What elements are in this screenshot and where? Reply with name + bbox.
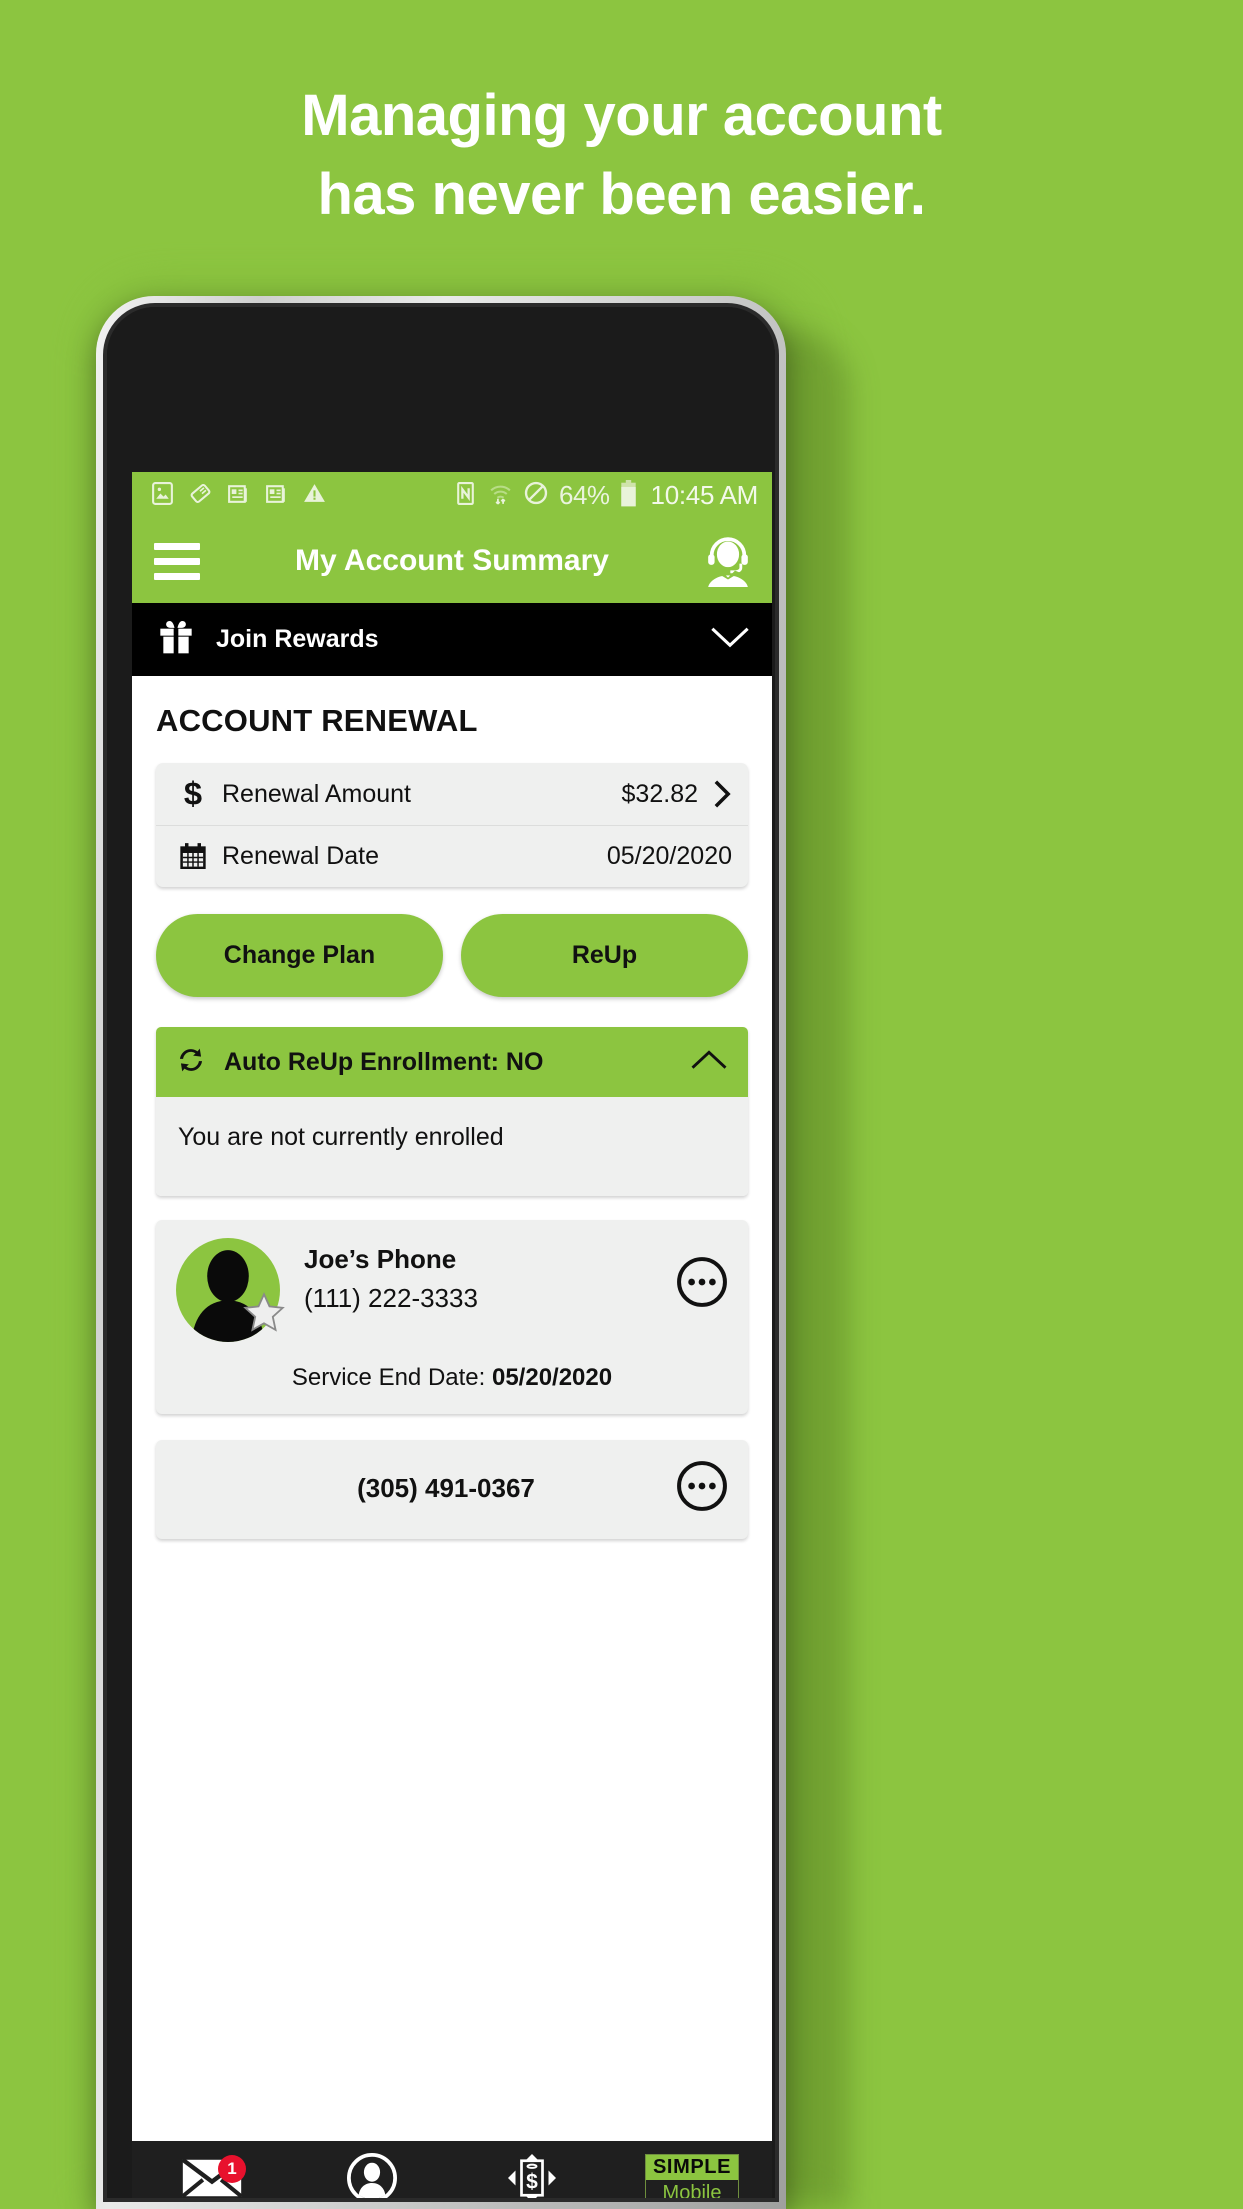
phone-top-bezel bbox=[107, 307, 775, 472]
service-end-date-value: 05/20/2020 bbox=[491, 1364, 613, 1391]
nfc-icon bbox=[453, 481, 478, 511]
warning-icon bbox=[302, 481, 327, 511]
calendar-icon bbox=[170, 841, 216, 873]
app-bar: My Account Summary bbox=[132, 519, 772, 603]
gift-icon bbox=[156, 617, 196, 662]
phone-device-frame: 64% 10:45 AM My Account Summary Join Rew… bbox=[96, 296, 786, 2209]
status-bar-time: 10:45 AM bbox=[650, 480, 759, 510]
messages-badge: 1 bbox=[218, 2155, 246, 2183]
chevron-right-icon[interactable] bbox=[712, 779, 732, 809]
renewal-date-label: Renewal Date bbox=[222, 842, 380, 870]
auto-reup-title: Auto ReUp Enrollment: NO bbox=[224, 1047, 544, 1076]
renewal-date-value: 05/20/2020 bbox=[606, 842, 732, 870]
renewal-info-card: $ Renewal Amount $32.82 Renewal Date 05/… bbox=[156, 763, 748, 887]
nav-item-messages[interactable]: 1 bbox=[132, 2141, 292, 2198]
news-icon bbox=[264, 481, 289, 511]
line-card-header: Joe’s Phone (111) 222-3333 bbox=[176, 1238, 728, 1342]
hero-line-2: has never been easier. bbox=[317, 162, 926, 227]
tag-icon bbox=[188, 481, 213, 511]
chevron-down-icon[interactable] bbox=[710, 625, 750, 654]
status-bar: 64% 10:45 AM bbox=[132, 472, 772, 519]
join-rewards-bar[interactable]: Join Rewards bbox=[132, 603, 772, 676]
battery-percent: 64% bbox=[559, 480, 610, 510]
line-number: (111) 222-3333 bbox=[304, 1283, 478, 1313]
line-card-joes-phone[interactable]: Joe’s Phone (111) 222-3333 Service End D… bbox=[156, 1220, 748, 1414]
main-content: ACCOUNT RENEWAL $ Renewal Amount $32.82 bbox=[132, 676, 772, 1539]
renewal-amount-row[interactable]: $ Renewal Amount $32.82 bbox=[156, 763, 748, 825]
refresh-cycle-icon bbox=[174, 1043, 208, 1082]
phone-dollar-refill-icon: $ bbox=[505, 2151, 559, 2198]
chevron-up-icon[interactable] bbox=[690, 1049, 728, 1076]
hero-line-1: Managing your account bbox=[301, 83, 942, 148]
star-icon bbox=[242, 1291, 286, 1340]
svg-text:$: $ bbox=[526, 2171, 538, 2194]
image-icon bbox=[150, 481, 175, 511]
phone-device-body: 64% 10:45 AM My Account Summary Join Rew… bbox=[103, 303, 779, 2202]
change-plan-button[interactable]: Change Plan bbox=[156, 914, 443, 997]
avatar bbox=[176, 1238, 285, 1342]
renewal-button-row: Change Plan ReUp bbox=[150, 887, 754, 997]
more-options-icon[interactable] bbox=[676, 1460, 728, 1517]
bottom-navigation: 1 $ SIMPLE Mobile bbox=[132, 2141, 772, 2198]
reup-button[interactable]: ReUp bbox=[461, 914, 748, 997]
logo-top-text: SIMPLE bbox=[646, 2155, 738, 2180]
wifi-transfer-icon bbox=[488, 481, 513, 511]
renewal-amount-label: Renewal Amount bbox=[222, 779, 412, 808]
join-rewards-label: Join Rewards bbox=[216, 625, 379, 653]
more-options-icon[interactable] bbox=[676, 1238, 728, 1313]
simple-mobile-logo: SIMPLE Mobile bbox=[645, 2154, 739, 2198]
section-title-account-renewal: ACCOUNT RENEWAL bbox=[156, 703, 478, 738]
dollar-icon: $ bbox=[170, 777, 216, 811]
phone-screen-area: 64% 10:45 AM My Account Summary Join Rew… bbox=[107, 307, 775, 2198]
line-card-text: Joe’s Phone (111) 222-3333 bbox=[304, 1238, 676, 1314]
line-number-second: (305) 491-0367 bbox=[357, 1473, 535, 1503]
news-icon bbox=[226, 481, 251, 511]
status-bar-left-icons bbox=[150, 481, 453, 511]
battery-icon bbox=[620, 479, 637, 512]
brand-logo: SIMPLE Mobile bbox=[612, 2141, 772, 2198]
auto-reup-body: You are not currently enrolled bbox=[156, 1097, 748, 1196]
hero-headline: Managing your account has never been eas… bbox=[0, 76, 1243, 234]
logo-bottom-text: Mobile bbox=[646, 2180, 738, 2198]
app-screen: 64% 10:45 AM My Account Summary Join Rew… bbox=[132, 472, 772, 2198]
auto-reup-header[interactable]: Auto ReUp Enrollment: NO bbox=[156, 1027, 748, 1097]
headset-support-icon[interactable] bbox=[700, 531, 756, 592]
nav-item-refill[interactable]: $ bbox=[452, 2141, 612, 2198]
page-title: My Account Summary bbox=[295, 544, 609, 577]
status-bar-right: 64% 10:45 AM bbox=[453, 479, 759, 512]
line-name: Joe’s Phone bbox=[304, 1244, 457, 1274]
renewal-amount-value: $32.82 bbox=[621, 779, 698, 808]
service-end-date: Service End Date: 05/20/2020 bbox=[176, 1364, 728, 1392]
hamburger-menu-icon[interactable] bbox=[154, 542, 200, 580]
service-end-date-label: Service End Date: bbox=[291, 1364, 486, 1391]
line-card-second[interactable]: (305) 491-0367 bbox=[156, 1440, 748, 1539]
renewal-date-row: Renewal Date 05/20/2020 bbox=[156, 825, 748, 887]
nav-item-account[interactable] bbox=[292, 2141, 452, 2198]
do-not-disturb-icon bbox=[523, 480, 549, 511]
account-person-icon bbox=[346, 2152, 398, 2198]
svg-text:$: $ bbox=[184, 777, 202, 811]
auto-reup-accordion: Auto ReUp Enrollment: NO You are not cur… bbox=[156, 1027, 748, 1196]
